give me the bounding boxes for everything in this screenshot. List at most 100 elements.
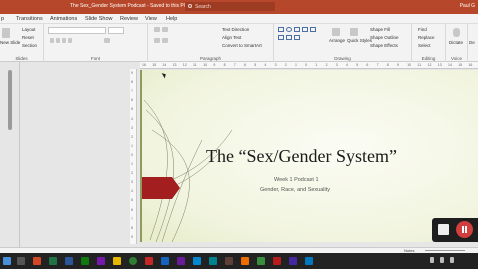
tab-slide-show[interactable]: Slide Show: [85, 16, 113, 22]
ruler-tick: 16: [142, 63, 146, 67]
layout-button[interactable]: Layout: [22, 27, 36, 32]
ruler-tick: 14: [448, 63, 452, 67]
vertical-ruler-tick: 3: [131, 125, 133, 130]
volume-icon[interactable]: [450, 257, 454, 263]
editing-group-label: Editing: [421, 56, 436, 61]
align-left-icon[interactable]: [154, 38, 160, 43]
app-taskbar-icon-8[interactable]: [225, 257, 233, 265]
slides-group: New Slide Layout Reset Section Slides: [0, 24, 44, 62]
search-box[interactable]: Search: [185, 2, 275, 11]
shape-callout-icon[interactable]: [286, 35, 292, 40]
shape-line-icon[interactable]: [294, 27, 300, 32]
quick-styles-button[interactable]: Quick Styles: [347, 38, 372, 43]
horizontal-ruler: 16 15 14 13 12 11 10 9 8 7 6 5 4 3 2 1 0 1 2 3 4 5 6 7 8 9 10 11 12 1…: [140, 62, 478, 69]
vertical-ruler-tick: 7: [131, 216, 133, 221]
bold-icon[interactable]: [50, 38, 54, 43]
app-taskbar-icon-2[interactable]: [113, 257, 121, 265]
network-icon[interactable]: [440, 257, 444, 263]
zoom-slider[interactable]: [425, 250, 465, 251]
app-taskbar-icon-5[interactable]: [177, 257, 185, 265]
convert-smartart-button[interactable]: Convert to SmartArt: [222, 43, 262, 48]
microphone-icon[interactable]: [453, 28, 460, 37]
dictate-button[interactable]: Dictate: [449, 40, 463, 45]
ruler-tick: 5: [356, 63, 359, 67]
tray-icons[interactable]: [430, 257, 434, 263]
shape-arrow-icon[interactable]: [302, 27, 308, 32]
find-button[interactable]: Find: [418, 27, 427, 32]
strikethrough-icon[interactable]: [68, 38, 72, 43]
italic-icon[interactable]: [56, 38, 60, 43]
chrome-taskbar-icon[interactable]: [129, 257, 137, 265]
tab-home[interactable]: p: [1, 16, 4, 22]
tab-animations[interactable]: Animations: [50, 16, 77, 22]
vertical-ruler-tick: 9: [131, 71, 133, 75]
ruler-tick: 12: [427, 63, 432, 67]
shape-star-icon[interactable]: [294, 35, 300, 40]
app-taskbar-icon-11[interactable]: [273, 257, 281, 265]
start-icon[interactable]: [3, 257, 11, 265]
powerpoint-taskbar-icon[interactable]: [33, 257, 41, 265]
ruler-tick: 15: [458, 63, 463, 67]
vertical-ruler-tick: 2: [131, 171, 133, 176]
text-direction-button[interactable]: Text Direction: [222, 27, 249, 32]
underline-icon[interactable]: [62, 38, 66, 43]
vertical-ruler-tick: 5: [131, 198, 133, 203]
section-button[interactable]: Section: [22, 43, 37, 48]
app-taskbar-icon-6[interactable]: [193, 257, 201, 265]
app-taskbar-icon-3[interactable]: [145, 257, 153, 265]
bullets-icon[interactable]: [154, 27, 160, 32]
align-text-button[interactable]: Align Text: [222, 35, 241, 40]
slide-subtitle-2[interactable]: Gender, Race, and Sexuality: [260, 187, 330, 193]
numbering-icon[interactable]: [162, 27, 168, 32]
app-taskbar-icon-9[interactable]: [241, 257, 249, 265]
app-taskbar-icon-1[interactable]: [81, 257, 89, 265]
new-slide-button[interactable]: New Slide: [0, 40, 20, 45]
reset-button[interactable]: Reset: [22, 35, 34, 40]
word-taskbar-icon[interactable]: [65, 257, 73, 265]
shape-triangle-icon[interactable]: [310, 27, 316, 32]
drawing-group: Arrange Quick Styles Shape Fill Shape Ou…: [274, 24, 412, 62]
app-taskbar-icon-12[interactable]: [289, 257, 297, 265]
onenote-taskbar-icon[interactable]: [97, 257, 105, 265]
new-slide-icon[interactable]: [2, 28, 10, 38]
excel-taskbar-icon[interactable]: [49, 257, 57, 265]
font-family-dropdown[interactable]: [48, 27, 106, 34]
tab-help[interactable]: Help: [166, 16, 177, 22]
tab-review[interactable]: Review: [120, 16, 138, 22]
search-placeholder: Search: [195, 3, 211, 10]
shape-effects-button[interactable]: Shape Effects: [370, 43, 398, 48]
slide-title[interactable]: The “Sex/Gender System”: [206, 146, 397, 167]
ruler-tick: 10: [203, 63, 208, 67]
app-taskbar-icon-4[interactable]: [161, 257, 169, 265]
ruler-tick: 5: [254, 63, 257, 67]
app-taskbar-icon-10[interactable]: [257, 257, 265, 265]
quick-styles-icon[interactable]: [350, 28, 358, 36]
shape-textbox-icon[interactable]: [278, 35, 284, 40]
tab-view[interactable]: View: [145, 16, 157, 22]
arrange-icon[interactable]: [332, 28, 340, 36]
arrange-button[interactable]: Arrange: [329, 38, 345, 43]
tab-transitions[interactable]: Transitions: [16, 16, 43, 22]
design-ideas-button[interactable]: De: [469, 40, 475, 45]
thumbnail-scrollbar[interactable]: [8, 70, 12, 130]
stop-recording-button[interactable]: [438, 224, 449, 235]
slide-subtitle-1[interactable]: Week 1 Podcast 1: [274, 177, 319, 183]
user-name[interactable]: Paul G: [460, 3, 475, 9]
vertical-ruler-tick: 7: [131, 89, 133, 94]
app-taskbar-icon-13[interactable]: [305, 257, 313, 265]
align-center-icon[interactable]: [162, 38, 168, 43]
shape-fill-button[interactable]: Shape Fill: [370, 27, 390, 32]
slide-canvas[interactable]: The “Sex/Gender System” Week 1 Podcast 1…: [140, 70, 478, 242]
font-group-label: Font: [90, 56, 100, 61]
replace-button[interactable]: Replace: [418, 35, 435, 40]
shape-oval-icon[interactable]: [286, 27, 292, 32]
shape-rectangle-icon[interactable]: [278, 27, 284, 32]
shape-outline-button[interactable]: Shape Outline: [370, 35, 399, 40]
font-size-dropdown[interactable]: [108, 27, 124, 34]
font-color-icon[interactable]: [104, 38, 110, 43]
select-button[interactable]: Select: [418, 43, 431, 48]
search-taskbar-icon[interactable]: [17, 257, 25, 265]
app-taskbar-icon-7[interactable]: [209, 257, 217, 265]
pause-recording-button[interactable]: [456, 221, 473, 238]
drawing-group-label: Drawing: [334, 56, 351, 61]
